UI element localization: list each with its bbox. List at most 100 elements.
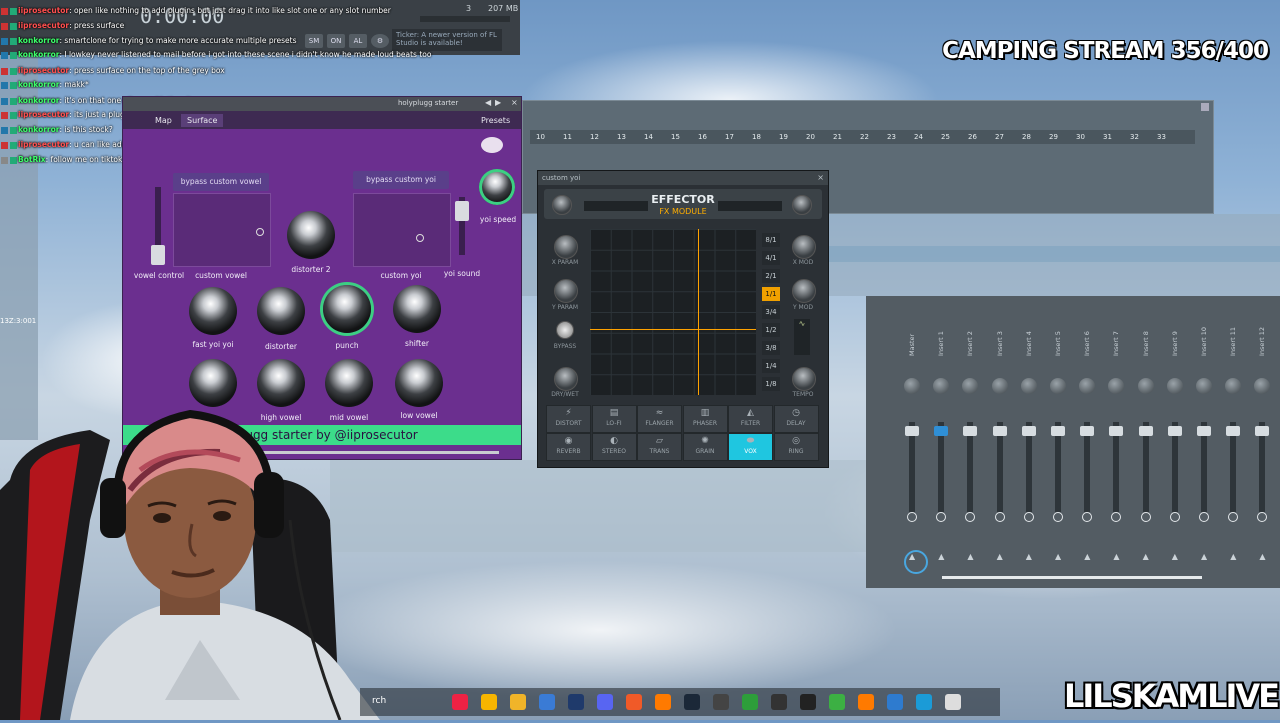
dry-wet-knob[interactable]	[554, 367, 578, 391]
effect-button[interactable]: ⚡ DISTORT	[546, 405, 591, 433]
mixer-strip[interactable]: Insert 1 ▲	[929, 300, 955, 570]
fader-handle[interactable]	[1197, 426, 1211, 436]
route-arrow-icon[interactable]: ▲	[967, 552, 973, 561]
x-mod-knob[interactable]	[792, 235, 816, 259]
ai-icon[interactable]	[452, 694, 468, 710]
discord-icon[interactable]	[597, 694, 613, 710]
send-ring-icon[interactable]	[1111, 512, 1122, 522]
punch-knob[interactable]	[323, 285, 371, 333]
pan-knob[interactable]	[933, 378, 950, 394]
pan-knob[interactable]	[962, 378, 979, 394]
file-icon[interactable]	[945, 694, 961, 710]
mixer-strip[interactable]: Insert 12 ▲	[1250, 300, 1276, 570]
search-box[interactable]: rch	[372, 696, 386, 706]
send-ring-icon[interactable]	[1023, 512, 1034, 522]
route-arrow-icon[interactable]: ▲	[1055, 552, 1061, 561]
pan-knob[interactable]	[1254, 378, 1271, 394]
piano-roll[interactable]	[330, 460, 866, 552]
rate-option[interactable]: 1/1	[762, 287, 780, 301]
y-mod-knob[interactable]	[792, 279, 816, 303]
rate-option[interactable]: 4/1	[762, 251, 780, 265]
store-icon[interactable]	[916, 694, 932, 710]
folder-icon[interactable]	[510, 694, 526, 710]
rate-option[interactable]: 2/1	[762, 269, 780, 283]
route-arrow-icon[interactable]: ▲	[1143, 552, 1149, 561]
mixer-strip[interactable]: Insert 10 ▲	[1192, 300, 1218, 570]
4k-icon[interactable]	[771, 694, 787, 710]
input-knob[interactable]	[552, 195, 572, 215]
route-arrow-icon[interactable]: ▲	[1201, 552, 1207, 561]
prev-preset-icon[interactable]: ◀	[485, 98, 491, 107]
fader-handle[interactable]	[1255, 426, 1270, 436]
mixer-strip[interactable]: Insert 8 ▲	[1134, 300, 1160, 570]
files-icon[interactable]	[539, 694, 555, 710]
rate-option[interactable]: 1/4	[762, 359, 780, 373]
distorter2-knob[interactable]	[287, 211, 335, 259]
mixer-strip[interactable]: Master ▲	[900, 300, 926, 570]
master-pan-icon[interactable]	[904, 550, 928, 574]
steam-icon[interactable]	[684, 694, 700, 710]
pan-knob[interactable]	[1108, 378, 1125, 394]
bypass-button[interactable]	[556, 321, 574, 339]
mixer-strip[interactable]: Insert 7 ▲	[1104, 300, 1130, 570]
pad-cursor[interactable]	[416, 234, 424, 242]
next-preset-icon[interactable]: ▶	[495, 98, 501, 107]
gear-icon[interactable]	[481, 137, 503, 153]
custom-yoi-pad[interactable]	[353, 193, 451, 267]
pattern-strip[interactable]	[826, 246, 1280, 262]
custom-vowel-pad[interactable]	[173, 193, 271, 267]
presets-button[interactable]: Presets	[475, 114, 516, 127]
holyplugg-titlebar[interactable]: holyplugg starter ◀ ▶ ×	[123, 97, 521, 111]
effect-button[interactable]: ◭ FILTER	[728, 405, 773, 433]
docs-icon[interactable]	[887, 694, 903, 710]
rate-option[interactable]: 3/4	[762, 305, 780, 319]
fader-handle[interactable]	[905, 426, 919, 436]
effect-button[interactable]: ≈ FLANGER	[637, 405, 682, 433]
distorter-knob[interactable]	[257, 287, 305, 335]
y-param-knob[interactable]	[554, 279, 578, 303]
yoi-speed-knob[interactable]	[479, 169, 515, 205]
fader-handle[interactable]	[1080, 426, 1095, 436]
shifter-knob[interactable]	[393, 285, 441, 333]
mixer-strip[interactable]: Insert 4 ▲	[1017, 300, 1043, 570]
rate-option[interactable]: 1/8	[762, 377, 780, 391]
settings-icon[interactable]: ⚙	[371, 34, 389, 48]
route-arrow-icon[interactable]: ▲	[938, 552, 944, 561]
send-ring-icon[interactable]	[907, 512, 917, 522]
route-arrow-icon[interactable]: ▲	[1172, 552, 1178, 561]
fader-handle[interactable]	[1109, 426, 1124, 436]
slider-handle[interactable]	[455, 201, 469, 221]
cap-icon[interactable]	[800, 694, 816, 710]
rate-option[interactable]: 3/8	[762, 341, 780, 355]
rate-option[interactable]: 1/2	[762, 323, 780, 337]
pan-knob[interactable]	[1196, 378, 1212, 394]
pan-knob[interactable]	[1020, 378, 1037, 394]
effector-titlebar[interactable]: custom yoi ×	[538, 171, 828, 185]
slider-handle[interactable]	[151, 245, 165, 265]
effect-button[interactable]: ▤ LO-FI	[591, 405, 637, 433]
effect-button[interactable]: ◎ RING	[773, 433, 819, 461]
close-icon[interactable]	[1201, 103, 1209, 111]
close-icon[interactable]: ×	[511, 98, 518, 107]
route-arrow-icon[interactable]: ▲	[1113, 552, 1119, 561]
low-vowel-knob[interactable]	[395, 359, 443, 407]
mixer-strip[interactable]: Insert 5 ▲	[1046, 300, 1072, 570]
effect-button[interactable]: ▥ PHASER	[682, 405, 728, 433]
mixer-strip[interactable]: Insert 11 ▲	[1221, 300, 1247, 570]
pan-knob[interactable]	[991, 378, 1008, 394]
send-ring-icon[interactable]	[1053, 512, 1063, 522]
pan-knob[interactable]	[904, 378, 920, 394]
on-button[interactable]: ON	[327, 34, 345, 48]
mixer-strip[interactable]: Insert 9 ▲	[1163, 300, 1189, 570]
fader-handle[interactable]	[1167, 426, 1182, 436]
green-icon[interactable]	[829, 694, 845, 710]
chrome-icon[interactable]	[481, 694, 497, 710]
fader-handle[interactable]	[1051, 426, 1065, 436]
route-arrow-icon[interactable]: ▲	[1026, 552, 1032, 561]
mixer-strip[interactable]: Insert 3 ▲	[988, 300, 1014, 570]
fl-icon[interactable]	[655, 694, 671, 710]
x-param-knob[interactable]	[554, 235, 578, 259]
effect-button[interactable]: ✺ GRAIN	[682, 433, 728, 461]
snap-button[interactable]: SM	[305, 34, 323, 48]
route-arrow-icon[interactable]: ▲	[1084, 552, 1090, 561]
